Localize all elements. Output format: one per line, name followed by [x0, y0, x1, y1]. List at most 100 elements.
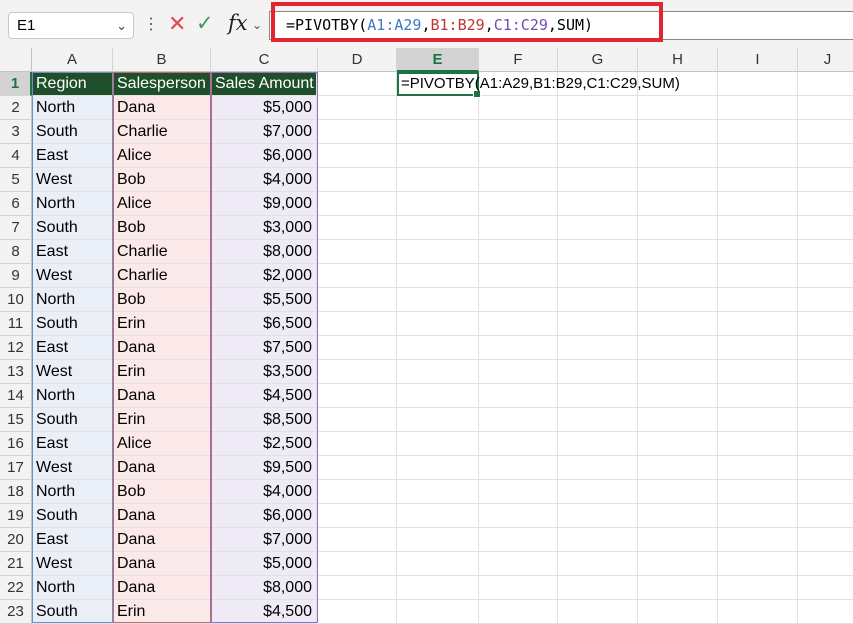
cell-sales-amount[interactable]: $4,500: [211, 384, 317, 408]
cell-sales-amount[interactable]: $9,000: [211, 192, 317, 216]
row-header-14[interactable]: 14: [0, 384, 32, 408]
cell-sales-amount[interactable]: $6,500: [211, 312, 317, 336]
cell-salesperson[interactable]: Dana: [113, 384, 211, 408]
row-header-2[interactable]: 2: [0, 96, 32, 120]
row-header-23[interactable]: 23: [0, 600, 32, 624]
enter-check-icon[interactable]: ✓: [196, 11, 214, 37]
cell-region[interactable]: East: [32, 240, 113, 264]
cell-salesperson[interactable]: Charlie: [113, 120, 211, 144]
cell-salesperson[interactable]: Alice: [113, 144, 211, 168]
row-header-19[interactable]: 19: [0, 504, 32, 528]
row-header-18[interactable]: 18: [0, 480, 32, 504]
cell-sales-amount[interactable]: $2,500: [211, 432, 317, 456]
cell-region[interactable]: East: [32, 144, 113, 168]
chevron-down-icon[interactable]: ⌄: [116, 13, 127, 38]
column-header-j[interactable]: J: [798, 48, 853, 72]
cell-salesperson[interactable]: Dana: [113, 336, 211, 360]
row-header-3[interactable]: 3: [0, 120, 32, 144]
row-header-6[interactable]: 6: [0, 192, 32, 216]
row-header-20[interactable]: 20: [0, 528, 32, 552]
cell-salesperson[interactable]: Dana: [113, 552, 211, 576]
row-header-10[interactable]: 10: [0, 288, 32, 312]
header-cell-region[interactable]: Region: [32, 72, 113, 96]
row-header-17[interactable]: 17: [0, 456, 32, 480]
cell-salesperson[interactable]: Dana: [113, 504, 211, 528]
cell-salesperson[interactable]: Dana: [113, 96, 211, 120]
cell-sales-amount[interactable]: $4,000: [211, 480, 317, 504]
header-cell-sales-amount[interactable]: Sales Amount: [211, 72, 317, 96]
cell-salesperson[interactable]: Charlie: [113, 264, 211, 288]
insert-function-icon[interactable]: fx: [228, 10, 248, 36]
column-header-a[interactable]: A: [32, 48, 113, 72]
cell-salesperson[interactable]: Erin: [113, 600, 211, 624]
formula-input[interactable]: =PIVOTBY(A1:A29,B1:B29,C1:C29,SUM): [269, 11, 853, 40]
cell-region[interactable]: South: [32, 504, 113, 528]
row-header-13[interactable]: 13: [0, 360, 32, 384]
cell-region[interactable]: West: [32, 456, 113, 480]
cell-salesperson[interactable]: Alice: [113, 432, 211, 456]
cancel-icon[interactable]: ✕: [168, 11, 186, 37]
cell-sales-amount[interactable]: $3,500: [211, 360, 317, 384]
column-header-f[interactable]: F: [479, 48, 558, 72]
cell-region[interactable]: West: [32, 168, 113, 192]
cell-region[interactable]: North: [32, 288, 113, 312]
cell-salesperson[interactable]: Bob: [113, 168, 211, 192]
cell-region[interactable]: South: [32, 120, 113, 144]
cell-sales-amount[interactable]: $8,000: [211, 240, 317, 264]
cell-region[interactable]: South: [32, 312, 113, 336]
cell-salesperson[interactable]: Erin: [113, 408, 211, 432]
cell-region[interactable]: North: [32, 480, 113, 504]
cell-salesperson[interactable]: Erin: [113, 360, 211, 384]
cell-sales-amount[interactable]: $4,000: [211, 168, 317, 192]
cell-region[interactable]: West: [32, 360, 113, 384]
cell-sales-amount[interactable]: $5,500: [211, 288, 317, 312]
column-header-c[interactable]: C: [211, 48, 318, 72]
cell-region[interactable]: West: [32, 264, 113, 288]
cell-region[interactable]: North: [32, 384, 113, 408]
cell-region[interactable]: East: [32, 336, 113, 360]
column-header-d[interactable]: D: [318, 48, 397, 72]
cell-sales-amount[interactable]: $7,500: [211, 336, 317, 360]
cell-region[interactable]: West: [32, 552, 113, 576]
name-box[interactable]: E1 ⌄: [8, 12, 134, 39]
cell-region[interactable]: South: [32, 408, 113, 432]
row-header-5[interactable]: 5: [0, 168, 32, 192]
cell-region[interactable]: North: [32, 576, 113, 600]
cell-salesperson[interactable]: Dana: [113, 456, 211, 480]
cell-salesperson[interactable]: Charlie: [113, 240, 211, 264]
cell-salesperson[interactable]: Erin: [113, 312, 211, 336]
column-header-g[interactable]: G: [558, 48, 638, 72]
row-header-1[interactable]: 1: [0, 72, 32, 96]
cell-region[interactable]: East: [32, 432, 113, 456]
column-header-b[interactable]: B: [113, 48, 211, 72]
row-header-9[interactable]: 9: [0, 264, 32, 288]
column-header-i[interactable]: I: [718, 48, 798, 72]
chevron-down-icon[interactable]: ⌄: [252, 12, 262, 38]
row-header-12[interactable]: 12: [0, 336, 32, 360]
cell-salesperson[interactable]: Bob: [113, 480, 211, 504]
cell-region[interactable]: South: [32, 216, 113, 240]
cell-salesperson[interactable]: Alice: [113, 192, 211, 216]
cell-region[interactable]: South: [32, 600, 113, 624]
cell-sales-amount[interactable]: $4,500: [211, 600, 317, 624]
cell-salesperson[interactable]: Dana: [113, 576, 211, 600]
cell-salesperson[interactable]: Bob: [113, 216, 211, 240]
row-header-22[interactable]: 22: [0, 576, 32, 600]
select-all-corner[interactable]: [0, 48, 32, 72]
cell-region[interactable]: East: [32, 528, 113, 552]
cell-sales-amount[interactable]: $5,000: [211, 552, 317, 576]
cell-sales-amount[interactable]: $6,000: [211, 504, 317, 528]
row-header-15[interactable]: 15: [0, 408, 32, 432]
header-cell-salesperson[interactable]: Salesperson: [113, 72, 211, 96]
cell-salesperson[interactable]: Dana: [113, 528, 211, 552]
row-header-11[interactable]: 11: [0, 312, 32, 336]
cell-region[interactable]: North: [32, 96, 113, 120]
cell-sales-amount[interactable]: $6,000: [211, 144, 317, 168]
cell-sales-amount[interactable]: $3,000: [211, 216, 317, 240]
cell-sales-amount[interactable]: $7,000: [211, 120, 317, 144]
column-header-e[interactable]: E: [397, 48, 479, 72]
row-header-4[interactable]: 4: [0, 144, 32, 168]
cell-sales-amount[interactable]: $8,500: [211, 408, 317, 432]
column-header-h[interactable]: H: [638, 48, 718, 72]
row-header-8[interactable]: 8: [0, 240, 32, 264]
